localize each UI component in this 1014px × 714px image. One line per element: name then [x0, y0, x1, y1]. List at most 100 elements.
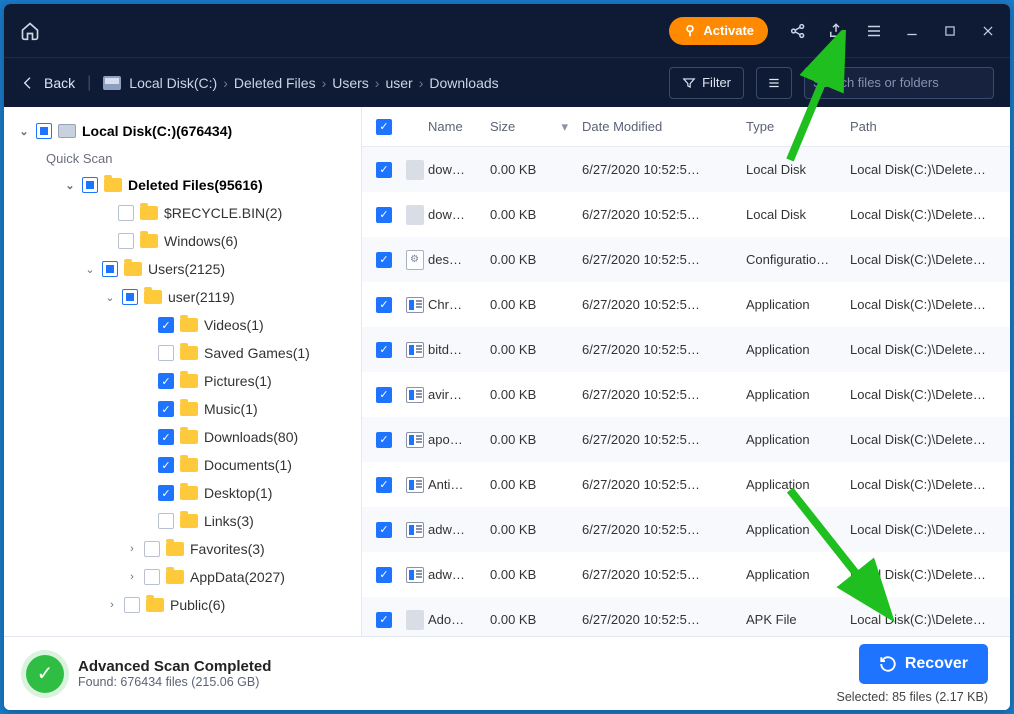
select-all-checkbox[interactable]: ✓ [376, 119, 392, 135]
chevron-icon[interactable]: › [126, 543, 138, 555]
tree-item[interactable]: ✓Downloads(80) [18, 423, 355, 451]
checkbox-icon[interactable]: ✓ [158, 457, 174, 473]
tree-item[interactable]: ⌄Deleted Files(95616) [18, 171, 355, 199]
tree-item[interactable]: ⌄Users(2125) [18, 255, 355, 283]
share-icon[interactable] [788, 21, 808, 41]
chevron-icon[interactable]: ⌄ [84, 263, 96, 276]
search-input[interactable] [813, 75, 989, 90]
row-checkbox[interactable]: ✓ [376, 207, 392, 223]
checkbox-icon[interactable] [158, 513, 174, 529]
table-row[interactable]: ✓dow…0.00 KB6/27/2020 10:52:5…Local Disk… [362, 147, 1010, 192]
tree-item[interactable]: ✓Music(1) [18, 395, 355, 423]
search-box[interactable] [804, 67, 994, 99]
table-row[interactable]: ✓des…0.00 KB6/27/2020 10:52:5…Configurat… [362, 237, 1010, 282]
export-icon[interactable] [826, 21, 846, 41]
checkbox-icon[interactable]: ✓ [158, 429, 174, 445]
chevron-icon[interactable]: › [126, 571, 138, 583]
checkbox-icon[interactable] [158, 345, 174, 361]
home-icon[interactable] [16, 17, 44, 45]
table-row[interactable]: ✓adw…0.00 KB6/27/2020 10:52:5…Applicatio… [362, 552, 1010, 597]
menu-icon[interactable] [864, 21, 884, 41]
tree-root[interactable]: ⌄ Local Disk(C:)(676434) [18, 117, 355, 145]
activate-label: Activate [703, 23, 754, 38]
table-row[interactable]: ✓dow…0.00 KB6/27/2020 10:52:5…Local Disk… [362, 192, 1010, 237]
checkbox-icon[interactable]: ✓ [158, 373, 174, 389]
crumb-4[interactable]: Downloads [429, 75, 498, 91]
checkbox-icon[interactable] [102, 261, 118, 277]
filter-button[interactable]: Filter [669, 67, 744, 99]
checkbox-icon[interactable]: ✓ [158, 401, 174, 417]
tree-item[interactable]: ›AppData(2027) [18, 563, 355, 591]
view-list-button[interactable] [756, 67, 792, 99]
tree-item[interactable]: Saved Games(1) [18, 339, 355, 367]
crumb-1[interactable]: Deleted Files [234, 75, 316, 91]
table-row[interactable]: ✓Chr…0.00 KB6/27/2020 10:52:5…Applicatio… [362, 282, 1010, 327]
folder-icon [166, 542, 184, 556]
col-type[interactable]: Type [746, 119, 850, 134]
crumb-0[interactable]: Local Disk(C:) [129, 75, 217, 91]
checkbox-icon[interactable] [82, 177, 98, 193]
tree-item[interactable]: ✓Pictures(1) [18, 367, 355, 395]
table-row[interactable]: ✓adw…0.00 KB6/27/2020 10:52:5…Applicatio… [362, 507, 1010, 552]
row-checkbox[interactable]: ✓ [376, 477, 392, 493]
checkbox-icon[interactable]: ✓ [158, 485, 174, 501]
row-checkbox[interactable]: ✓ [376, 612, 392, 628]
cell-name: avir… [428, 387, 490, 402]
file-type-icon [406, 297, 424, 313]
col-name[interactable]: Name [428, 119, 490, 134]
row-checkbox[interactable]: ✓ [376, 567, 392, 583]
folder-tree[interactable]: ⌄ Local Disk(C:)(676434) Quick Scan ⌄Del… [4, 107, 362, 636]
crumb-3[interactable]: user [385, 75, 412, 91]
crumb-2[interactable]: Users [332, 75, 369, 91]
table-row[interactable]: ✓avir…0.00 KB6/27/2020 10:52:5…Applicati… [362, 372, 1010, 417]
checkbox-icon[interactable] [36, 123, 52, 139]
table-row[interactable]: ✓bitd…0.00 KB6/27/2020 10:52:5…Applicati… [362, 327, 1010, 372]
row-checkbox[interactable]: ✓ [376, 297, 392, 313]
checkbox-icon[interactable] [144, 569, 160, 585]
chevron-icon[interactable]: › [106, 599, 118, 611]
disk-icon [103, 74, 121, 92]
table-row[interactable]: ✓apo…0.00 KB6/27/2020 10:52:5…Applicatio… [362, 417, 1010, 462]
cell-name: Chr… [428, 297, 490, 312]
tree-root-label: Local Disk(C:)(676434) [82, 123, 232, 139]
table-row[interactable]: ✓Anti…0.00 KB6/27/2020 10:52:5…Applicati… [362, 462, 1010, 507]
col-path[interactable]: Path [850, 119, 996, 134]
tree-item[interactable]: ✓Videos(1) [18, 311, 355, 339]
checkbox-icon[interactable] [118, 205, 134, 221]
checkbox-icon[interactable] [124, 597, 140, 613]
checkbox-icon[interactable] [118, 233, 134, 249]
cell-type: Application [746, 387, 850, 402]
table-row[interactable]: ✓Ado…0.00 KB6/27/2020 10:52:5…APK FileLo… [362, 597, 1010, 636]
file-header: ✓ Name Size▾ Date Modified Type Path [362, 107, 1010, 147]
activate-button[interactable]: Activate [669, 17, 768, 45]
maximize-icon[interactable] [940, 21, 960, 41]
chevron-icon[interactable]: ⌄ [64, 179, 76, 192]
row-checkbox[interactable]: ✓ [376, 432, 392, 448]
chevron-icon[interactable]: ⌄ [104, 291, 116, 304]
tree-item[interactable]: Links(3) [18, 507, 355, 535]
breadcrumb[interactable]: Local Disk(C:)› Deleted Files› Users› us… [103, 74, 498, 92]
row-checkbox[interactable]: ✓ [376, 387, 392, 403]
tree-item[interactable]: ✓Documents(1) [18, 451, 355, 479]
close-icon[interactable] [978, 21, 998, 41]
row-checkbox[interactable]: ✓ [376, 252, 392, 268]
file-type-icon [406, 432, 424, 448]
back-button[interactable]: Back [20, 75, 75, 91]
tree-item[interactable]: ›Public(6) [18, 591, 355, 619]
recover-button[interactable]: Recover [859, 644, 988, 684]
tree-item[interactable]: Windows(6) [18, 227, 355, 255]
checkbox-icon[interactable] [122, 289, 138, 305]
minimize-icon[interactable] [902, 21, 922, 41]
folder-icon [180, 402, 198, 416]
row-checkbox[interactable]: ✓ [376, 162, 392, 178]
tree-item[interactable]: ✓Desktop(1) [18, 479, 355, 507]
col-size[interactable]: Size▾ [490, 119, 582, 135]
row-checkbox[interactable]: ✓ [376, 522, 392, 538]
tree-item[interactable]: ›Favorites(3) [18, 535, 355, 563]
tree-item[interactable]: $RECYCLE.BIN(2) [18, 199, 355, 227]
row-checkbox[interactable]: ✓ [376, 342, 392, 358]
col-date[interactable]: Date Modified [582, 119, 746, 134]
checkbox-icon[interactable] [144, 541, 160, 557]
checkbox-icon[interactable]: ✓ [158, 317, 174, 333]
tree-item[interactable]: ⌄user(2119) [18, 283, 355, 311]
